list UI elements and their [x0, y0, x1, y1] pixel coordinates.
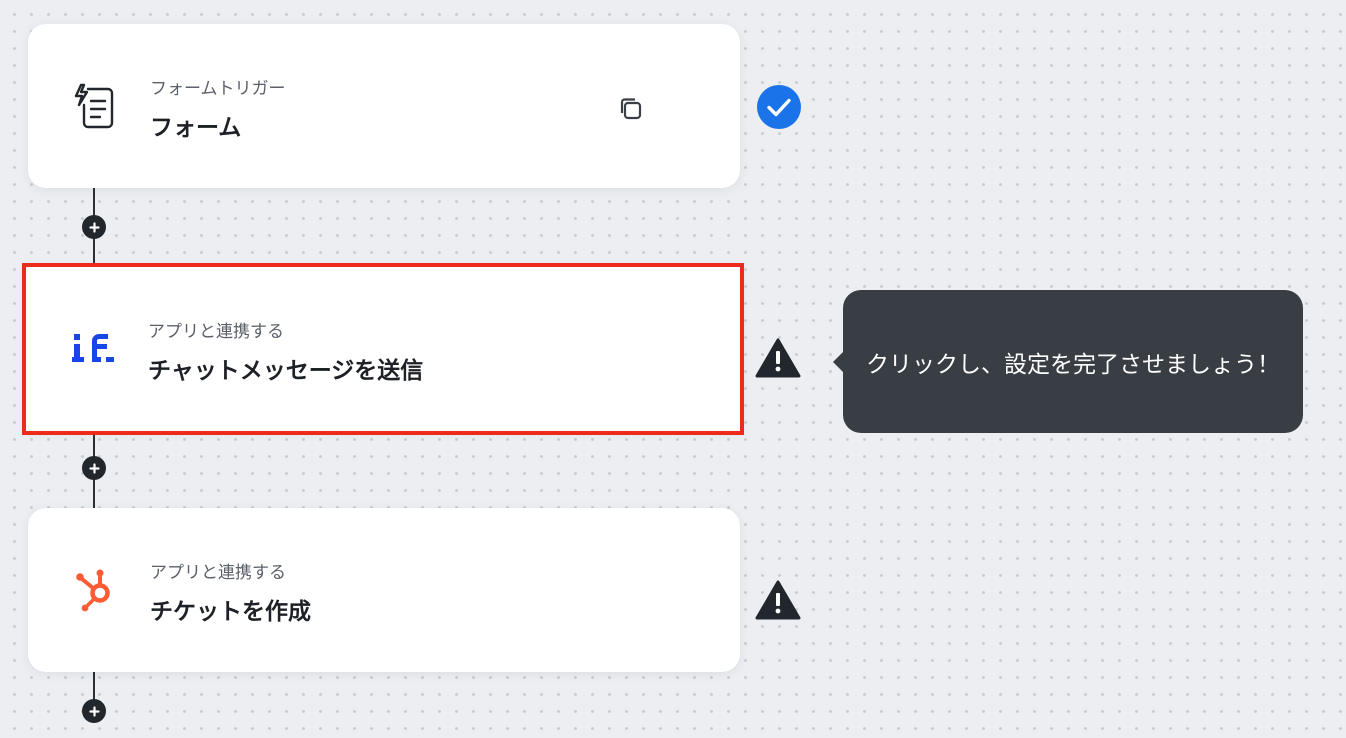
add-step-button[interactable] [82, 699, 106, 723]
step-title: チャットメッセージを送信 [148, 358, 424, 384]
step-card-create-ticket[interactable]: アプリと連携する チケットを作成 [28, 508, 740, 672]
copy-button[interactable] [614, 92, 648, 126]
setup-tooltip: クリックし、設定を完了させましょう！ [833, 290, 1303, 433]
step-category: フォームトリガー [150, 79, 286, 99]
step-category: アプリと連携する [148, 322, 284, 342]
step-title: チケットを作成 [150, 599, 311, 625]
step-card-chat-message[interactable]: アプリと連携する チャットメッセージを送信 [22, 263, 744, 435]
step-title: フォーム [150, 115, 242, 141]
warning-icon [754, 576, 802, 624]
plus-icon [88, 462, 100, 474]
step-card-form-trigger[interactable]: フォームトリガー フォーム [28, 24, 740, 188]
complete-check-icon [755, 83, 803, 131]
plus-icon [88, 221, 100, 233]
step-category: アプリと連携する [150, 563, 286, 583]
copy-icon [620, 98, 642, 120]
plus-icon [88, 705, 100, 717]
form-trigger-icon [70, 80, 122, 132]
add-step-button[interactable] [82, 456, 106, 480]
add-step-button[interactable] [82, 215, 106, 239]
tooltip-text: クリックし、設定を完了させましょう！ [866, 351, 1280, 378]
if-logo-icon [68, 323, 120, 375]
hubspot-icon [70, 564, 122, 616]
warning-icon [754, 334, 802, 382]
